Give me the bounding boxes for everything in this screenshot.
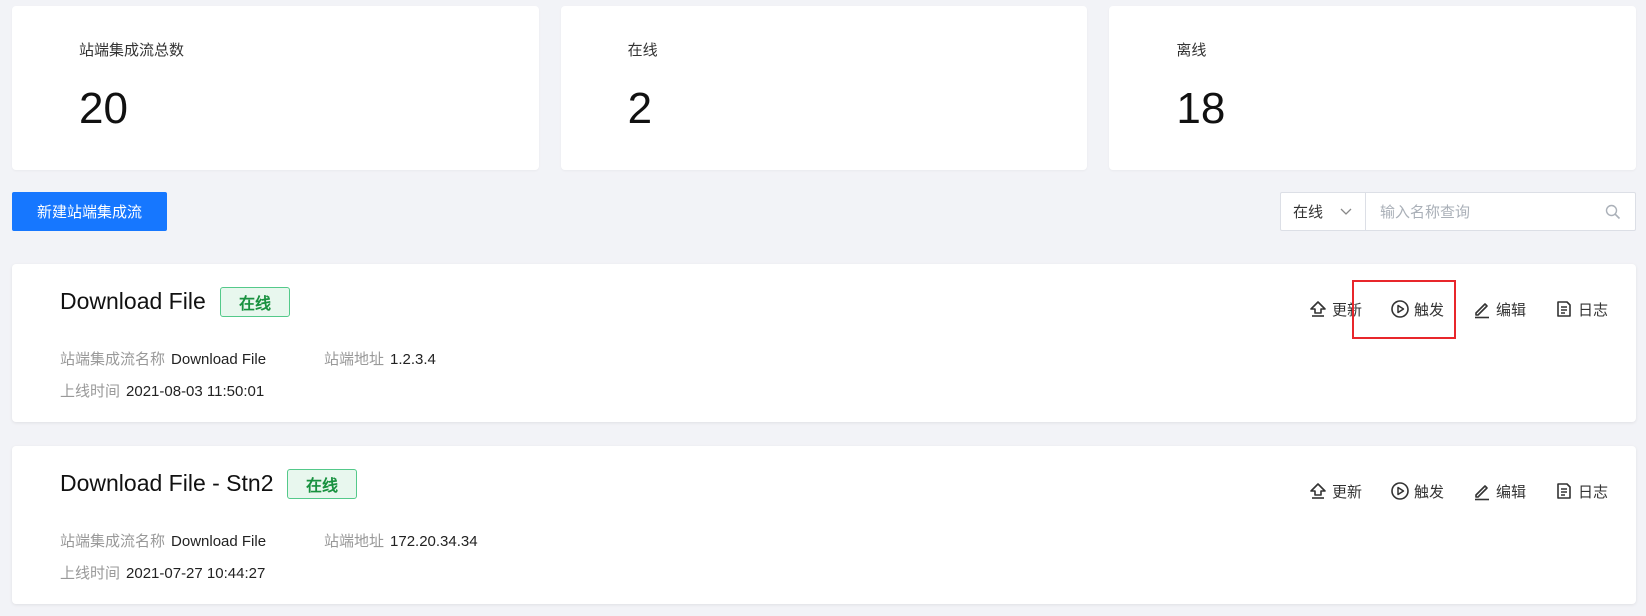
flow-name-label: 站端集成流名称 [60,350,166,368]
stat-card-total: 站端集成流总数 20 [12,6,539,170]
edit-button[interactable]: 编辑 [1472,294,1526,324]
search-field [1366,193,1635,230]
trigger-button[interactable]: 触发 [1390,294,1444,324]
flow-online-time-value: 2021-07-27 10:44:27 [126,565,266,582]
upload-icon [1310,483,1326,499]
log-label: 日志 [1577,482,1608,501]
flow-name-row: 站端集成流名称 Download File [60,348,266,369]
chevron-down-icon [1340,208,1352,215]
edit-icon [1474,303,1489,319]
log-icon [1557,483,1571,499]
search-input[interactable] [1366,193,1635,230]
edit-label: 编辑 [1495,300,1526,319]
play-circle-icon [1391,482,1409,500]
flow-address-label: 站端地址 [324,532,385,550]
create-flow-button[interactable]: 新建站端集成流 [12,192,167,231]
flow-title: Download File - Stn2 [60,470,274,496]
update-button[interactable]: 更新 [1308,294,1362,324]
trigger-label: 触发 [1413,482,1444,501]
log-button[interactable]: 日志 [1554,476,1608,506]
log-label: 日志 [1577,300,1608,319]
play-circle-icon [1391,300,1409,318]
edit-label: 编辑 [1495,482,1526,501]
flow-title: Download File [60,288,206,314]
filter-group: 在线 [1280,192,1636,231]
status-filter-select[interactable]: 在线 [1281,193,1366,230]
stat-label-online: 在线 [627,41,658,59]
flow-online-time-row: 上线时间 2021-08-03 11:50:01 [60,380,264,401]
trigger-button[interactable]: 触发 [1390,476,1444,506]
stat-value-offline: 18 [1176,84,1226,133]
flow-address-value: 172.20.34.34 [390,533,478,550]
flow-online-time-label: 上线时间 [60,564,121,582]
edit-icon [1474,485,1489,501]
stat-card-online: 在线 2 [560,6,1088,170]
search-icon[interactable] [1605,204,1621,220]
flow-actions: 更新 触发 编辑 日志 [1280,294,1608,324]
upload-icon [1310,301,1326,317]
flow-online-time-label: 上线时间 [60,382,121,400]
flow-address-value: 1.2.3.4 [390,351,436,368]
flow-card: Download File 在线 更新 触发 编辑 日志 站端集成流名称 Dow… [12,264,1636,422]
flow-address-row: 站端地址 1.2.3.4 [324,348,436,369]
update-label: 更新 [1331,482,1362,501]
update-button[interactable]: 更新 [1308,476,1362,506]
stat-label-offline: 离线 [1176,41,1207,59]
flow-card: Download File - Stn2 在线 更新 触发 编辑 日志 站端集成… [12,446,1636,604]
flow-name-value: Download File [171,351,267,368]
log-button[interactable]: 日志 [1554,294,1608,324]
stats-row: 站端集成流总数 20 在线 2 离线 18 [12,6,1637,170]
flow-address-row: 站端地址 172.20.34.34 [324,530,478,551]
stat-value-total: 20 [79,84,128,133]
status-badge: 在线 [287,469,358,499]
status-badge: 在线 [220,287,291,317]
log-icon [1557,301,1571,317]
flow-name-row: 站端集成流名称 Download File [60,530,266,551]
stat-label-total: 站端集成流总数 [79,41,185,59]
flow-name-value: Download File [171,533,267,550]
edit-button[interactable]: 编辑 [1472,476,1526,506]
flow-name-label: 站端集成流名称 [60,532,166,550]
flow-actions: 更新 触发 编辑 日志 [1280,476,1608,506]
update-label: 更新 [1331,300,1362,319]
status-filter-value: 在线 [1293,203,1324,221]
trigger-label: 触发 [1413,300,1444,319]
stat-value-online: 2 [627,84,653,133]
flow-online-time-value: 2021-08-03 11:50:01 [126,383,265,400]
flow-online-time-row: 上线时间 2021-07-27 10:44:27 [60,562,265,583]
flow-address-label: 站端地址 [324,350,385,368]
stat-card-offline: 离线 18 [1109,6,1637,170]
